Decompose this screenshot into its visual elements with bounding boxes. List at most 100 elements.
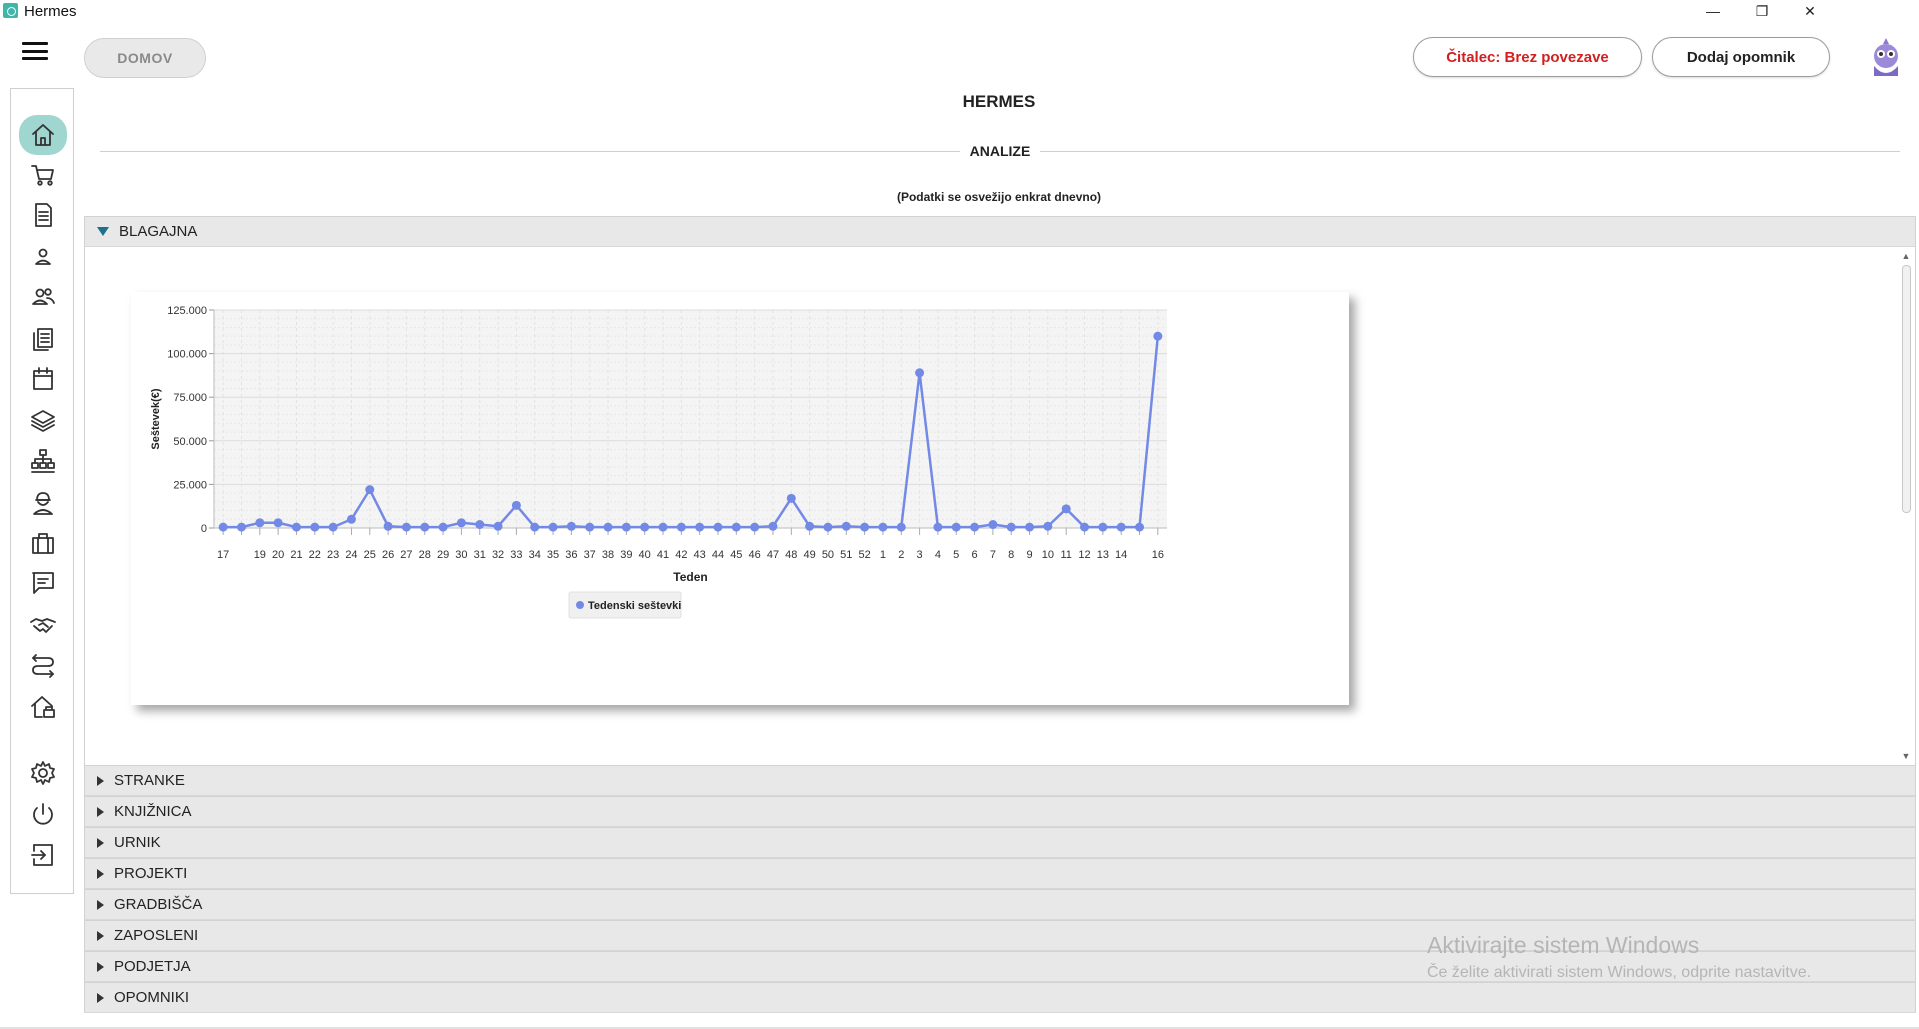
x-tick-label: 2 bbox=[898, 549, 904, 561]
x-tick-label: 30 bbox=[455, 549, 467, 561]
sidebar-item-deals[interactable] bbox=[23, 607, 63, 643]
scrollbar-thumb[interactable] bbox=[1902, 265, 1911, 513]
settings-icon bbox=[31, 761, 55, 785]
page-title: HERMES bbox=[962, 92, 1036, 111]
document-icon bbox=[35, 203, 52, 227]
accordion-header-urnik[interactable]: URNIK bbox=[84, 827, 1916, 858]
route-icon bbox=[32, 654, 54, 678]
collapsed-arrow-icon bbox=[97, 806, 104, 817]
scroll-up-icon[interactable]: ▲ bbox=[1901, 251, 1911, 261]
x-tick-label: 42 bbox=[675, 549, 687, 561]
layers-icon bbox=[31, 410, 55, 432]
data-point bbox=[1153, 331, 1163, 341]
x-tick-label: 47 bbox=[767, 549, 779, 561]
x-tick-label: 7 bbox=[990, 549, 996, 561]
x-tick-label: 14 bbox=[1115, 549, 1127, 561]
accordion-header-gradbišča[interactable]: GRADBIŠČA bbox=[84, 889, 1916, 920]
sidebar-item-routes[interactable] bbox=[23, 647, 63, 683]
x-tick-label: 40 bbox=[639, 549, 651, 561]
accordion-header-knjižnica[interactable]: KNJIŽNICA bbox=[84, 796, 1916, 827]
sidebar-item-power[interactable] bbox=[23, 797, 63, 833]
x-tick-label: 25 bbox=[364, 549, 376, 561]
sidebar-item-library[interactable] bbox=[23, 321, 63, 357]
avatar[interactable] bbox=[1866, 36, 1906, 80]
legend-marker bbox=[576, 601, 584, 609]
data-point bbox=[658, 522, 668, 532]
x-axis-label: Teden bbox=[673, 570, 707, 584]
data-point bbox=[750, 522, 760, 532]
collapsed-arrow-icon bbox=[97, 899, 104, 910]
x-tick-label: 4 bbox=[935, 549, 941, 561]
handshake-icon bbox=[30, 618, 56, 633]
sidebar-item-calendar[interactable] bbox=[23, 361, 63, 397]
x-tick-label: 48 bbox=[785, 549, 797, 561]
sidebar-item-layers[interactable] bbox=[23, 403, 63, 439]
data-point bbox=[970, 522, 980, 532]
data-point bbox=[420, 522, 430, 532]
x-tick-label: 38 bbox=[602, 549, 614, 561]
sidebar-item-workers[interactable] bbox=[23, 485, 63, 521]
x-tick-label: 26 bbox=[382, 549, 394, 561]
x-tick-label: 36 bbox=[565, 549, 577, 561]
legend-label: Tedenski seštevki bbox=[588, 600, 681, 612]
sidebar-item-person[interactable] bbox=[23, 239, 63, 275]
sidebar-item-documents[interactable] bbox=[23, 197, 63, 233]
accordion-header-stranke[interactable]: STRANKE bbox=[84, 765, 1916, 796]
expanded-arrow-icon bbox=[97, 227, 109, 236]
window-title: Hermes bbox=[24, 3, 77, 20]
x-tick-label: 20 bbox=[272, 549, 284, 561]
sidebar-item-hierarchy[interactable] bbox=[23, 443, 63, 479]
sidebar-item-briefcase[interactable] bbox=[23, 525, 63, 561]
sidebar-item-cart[interactable] bbox=[23, 157, 63, 193]
x-tick-label: 10 bbox=[1042, 549, 1054, 561]
y-axis-label: Seštevek(€) bbox=[150, 388, 162, 449]
collapsed-arrow-icon bbox=[97, 868, 104, 879]
data-point bbox=[328, 522, 338, 532]
x-tick-label: 51 bbox=[840, 549, 852, 561]
x-tick-label: 34 bbox=[529, 549, 541, 561]
add-reminder-button[interactable]: Dodaj opomnik bbox=[1652, 37, 1830, 77]
close-button[interactable]: ✕ bbox=[1787, 0, 1833, 22]
y-tick-label: 125.000 bbox=[167, 305, 207, 317]
sidebar-item-settings[interactable] bbox=[23, 755, 63, 791]
sidebar-item-messages[interactable] bbox=[23, 565, 63, 601]
x-tick-label: 13 bbox=[1097, 549, 1109, 561]
chart-card: 0 25.000 50.000 75.000 100.000 125.000 17 19 20 2… bbox=[131, 292, 1349, 705]
power-icon bbox=[33, 803, 53, 825]
title-bar: Hermes — ❐ ✕ bbox=[0, 0, 1919, 22]
maximize-button[interactable]: ❐ bbox=[1739, 0, 1785, 22]
minimize-button[interactable]: — bbox=[1690, 0, 1736, 22]
accordion-header-blagajna[interactable]: BLAGAJNA bbox=[84, 216, 1916, 247]
data-point bbox=[603, 522, 613, 532]
data-point bbox=[401, 522, 411, 532]
reader-status-button[interactable]: Čitalec: Brez povezave bbox=[1413, 37, 1642, 77]
x-tick-label: 6 bbox=[972, 549, 978, 561]
data-point bbox=[988, 520, 998, 530]
x-tick-label: 32 bbox=[492, 549, 504, 561]
scroll-down-icon[interactable]: ▼ bbox=[1901, 751, 1911, 761]
x-tick-label: 31 bbox=[474, 549, 486, 561]
x-tick-label: 3 bbox=[917, 549, 923, 561]
weekly-totals-chart: 025.00050.00075.000100.000125.00017 19 20 2… bbox=[150, 305, 1167, 619]
app-logo-icon bbox=[3, 3, 18, 18]
home-button[interactable]: DOMOV bbox=[84, 38, 206, 78]
accordion-title: GRADBIŠČA bbox=[114, 896, 203, 913]
x-tick-label: 43 bbox=[694, 549, 706, 561]
accordion-title: STRANKE bbox=[114, 772, 185, 789]
plot-area bbox=[214, 310, 1167, 528]
scrollbar[interactable]: ▲ ▼ bbox=[1899, 251, 1913, 761]
x-tick-label: 33 bbox=[510, 549, 522, 561]
sidebar-item-people[interactable] bbox=[23, 279, 63, 315]
house-icon bbox=[31, 696, 55, 718]
accordion-header-opomniki[interactable]: OPOMNIKI bbox=[84, 982, 1916, 1013]
data-point bbox=[1025, 522, 1035, 532]
accordion-header-projekti[interactable]: PROJEKTI bbox=[84, 858, 1916, 889]
sidebar-item-logout[interactable] bbox=[23, 837, 63, 873]
menu-icon[interactable] bbox=[22, 42, 48, 60]
x-tick-label: 8 bbox=[1008, 549, 1014, 561]
data-point bbox=[823, 522, 833, 532]
sidebar-item-home[interactable] bbox=[19, 115, 67, 155]
data-point bbox=[438, 522, 448, 532]
sidebar-item-house[interactable] bbox=[23, 689, 63, 725]
data-point bbox=[805, 521, 815, 531]
